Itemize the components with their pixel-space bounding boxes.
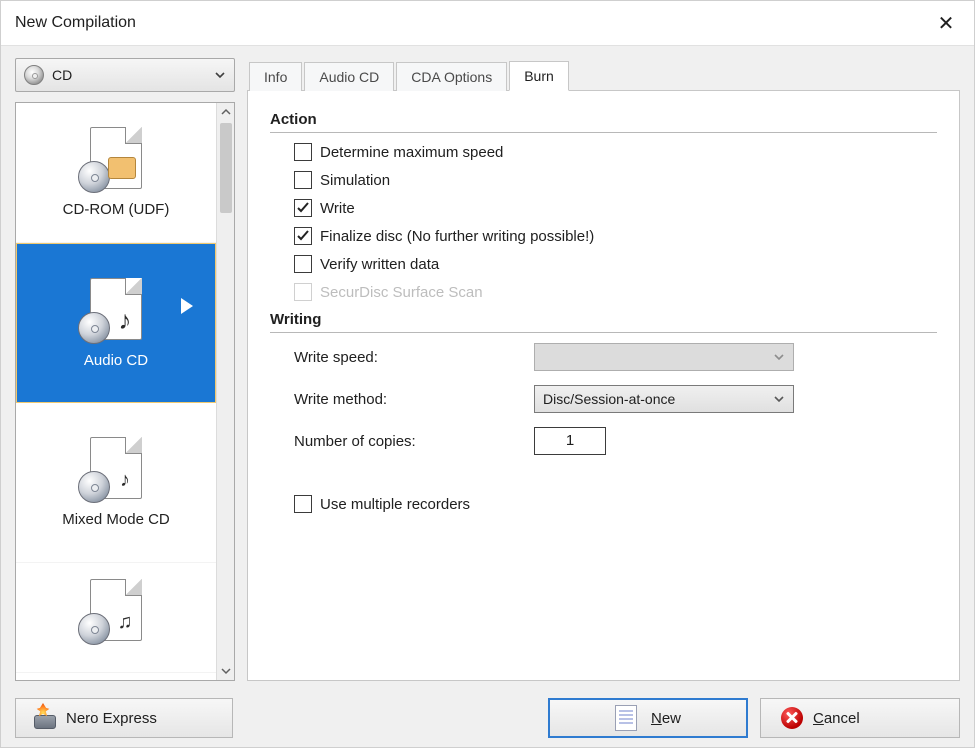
copies-label: Number of copies: [294, 433, 534, 450]
new-button[interactable]: New [548, 698, 748, 738]
tab-strip: Info Audio CD CDA Options Burn [247, 58, 960, 90]
checkbox-icon[interactable] [294, 171, 312, 189]
check-securdisc: SecurDisc Surface Scan [294, 283, 937, 301]
dialog-body: CD CD-ROM (UDF) [1, 45, 974, 689]
media-type-label: CD [52, 67, 206, 83]
type-item-next-partial[interactable]: ♫ [16, 563, 216, 673]
section-action-title: Action [270, 111, 937, 128]
check-simulation[interactable]: Simulation [294, 171, 937, 189]
type-item-label: Audio CD [84, 352, 148, 369]
audio-cd-icon: ♪ [90, 278, 142, 340]
tab-info[interactable]: Info [249, 62, 302, 91]
button-label: New [651, 710, 681, 727]
check-label: Determine maximum speed [320, 144, 503, 161]
check-label: Use multiple recorders [320, 496, 470, 513]
dialog-footer: Nero Express New Cancel [1, 689, 974, 747]
check-multiple-recorders[interactable]: Use multiple recorders [294, 495, 937, 513]
scroll-up-icon[interactable] [217, 103, 235, 121]
button-label: Nero Express [66, 710, 157, 727]
write-speed-select[interactable] [534, 343, 794, 371]
tab-page-burn: Action Determine maximum speed Simulatio… [247, 90, 960, 681]
nero-express-button[interactable]: Nero Express [15, 698, 233, 738]
check-write[interactable]: Write [294, 199, 937, 217]
left-column: CD CD-ROM (UDF) [15, 58, 235, 681]
write-method-select[interactable]: Disc/Session-at-once [534, 385, 794, 413]
check-label: Verify written data [320, 256, 439, 273]
compilation-type-list: CD-ROM (UDF) ♪ Audio CD ♪ [15, 102, 235, 681]
row-write-method: Write method: Disc/Session-at-once [294, 385, 937, 413]
copies-input[interactable]: 1 [534, 427, 606, 455]
partial-item-icon: ♫ [90, 579, 142, 641]
row-write-speed: Write speed: [294, 343, 937, 371]
title-bar: New Compilation ✕ [1, 1, 974, 45]
checkbox-icon [294, 283, 312, 301]
cdrom-udf-icon [90, 127, 142, 189]
divider [270, 132, 937, 133]
check-label: Finalize disc (No further writing possib… [320, 228, 594, 245]
check-label: Write [320, 200, 355, 217]
chevron-down-icon [214, 69, 226, 81]
nero-express-icon [34, 707, 56, 729]
tab-audio-cd[interactable]: Audio CD [304, 62, 394, 91]
checkbox-icon[interactable] [294, 495, 312, 513]
cancel-icon [781, 707, 803, 729]
type-list-scrollbar[interactable] [216, 103, 234, 680]
divider [270, 332, 937, 333]
write-speed-label: Write speed: [294, 349, 534, 366]
scroll-thumb[interactable] [220, 123, 232, 213]
checkbox-icon[interactable] [294, 227, 312, 245]
disc-icon [24, 65, 44, 85]
write-method-label: Write method: [294, 391, 534, 408]
window-title: New Compilation [15, 14, 136, 32]
chevron-down-icon [773, 351, 785, 363]
media-type-select[interactable]: CD [15, 58, 235, 92]
checkbox-icon[interactable] [294, 255, 312, 273]
scroll-down-icon[interactable] [217, 662, 235, 680]
cancel-button[interactable]: Cancel [760, 698, 960, 738]
row-number-of-copies: Number of copies: 1 [294, 427, 937, 455]
write-method-value: Disc/Session-at-once [543, 391, 675, 407]
button-label: Cancel [813, 710, 860, 727]
tab-cda-options[interactable]: CDA Options [396, 62, 507, 91]
chevron-down-icon [773, 393, 785, 405]
play-icon [181, 298, 193, 314]
type-item-mixed-mode-cd[interactable]: ♪ Mixed Mode CD [16, 403, 216, 563]
close-icon[interactable]: ✕ [932, 11, 960, 36]
check-label: SecurDisc Surface Scan [320, 284, 483, 301]
section-writing-title: Writing [270, 311, 937, 328]
type-item-label: CD-ROM (UDF) [63, 201, 170, 218]
check-label: Simulation [320, 172, 390, 189]
type-item-label: Mixed Mode CD [62, 511, 170, 528]
check-finalize[interactable]: Finalize disc (No further writing possib… [294, 227, 937, 245]
mixed-mode-icon: ♪ [90, 437, 142, 499]
check-verify[interactable]: Verify written data [294, 255, 937, 273]
check-determine-max-speed[interactable]: Determine maximum speed [294, 143, 937, 161]
type-item-cdrom-udf[interactable]: CD-ROM (UDF) [16, 103, 216, 243]
type-item-audio-cd[interactable]: ♪ Audio CD [16, 243, 216, 403]
checkbox-icon[interactable] [294, 199, 312, 217]
document-icon [615, 705, 637, 731]
tab-burn[interactable]: Burn [509, 61, 569, 91]
right-panel: Info Audio CD CDA Options Burn Action De… [247, 58, 960, 681]
checkbox-icon[interactable] [294, 143, 312, 161]
